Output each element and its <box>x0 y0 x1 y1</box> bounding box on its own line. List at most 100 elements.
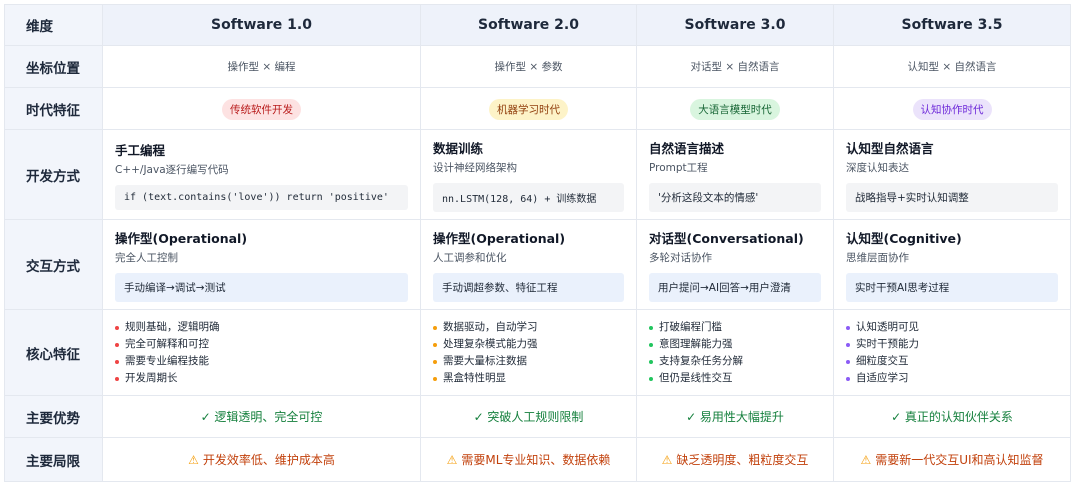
advantage-cell: ✓ 易用性大幅提升 <box>636 395 834 438</box>
interaction-subtitle: 思维层面协作 <box>846 251 909 264</box>
comparison-table-wrapper: 维度 Software 1.0 Software 2.0 Software 3.… <box>4 4 1071 482</box>
dev-title: 手工编程 <box>115 142 166 158</box>
column-header-software-3: Software 3.0 <box>636 4 834 46</box>
coord-cell: 对话型 × 自然语言 <box>636 45 834 88</box>
dev-code-example: 战略指导+实时认知调整 <box>846 182 1058 212</box>
row-limitations: 主要局限 ⚠ 开发效率低、维护成本高 ⚠ 需要ML专业知识、数据依赖 ⚠ 缺乏透明度、… <box>4 437 1071 482</box>
list-item: 需要大量标注数据 <box>433 353 624 370</box>
dev-title: 自然语言描述 <box>649 140 725 156</box>
dev-title: 数据训练 <box>433 140 484 156</box>
interaction-title: 对话型(Conversational) <box>649 230 804 246</box>
dev-cell: 手工编程 C++/Java逐行编写代码 if (text.contains('l… <box>102 129 421 220</box>
row-label-coordinate: 坐标位置 <box>4 45 103 88</box>
header-row: 维度 Software 1.0 Software 2.0 Software 3.… <box>4 4 1071 46</box>
column-header-software-2: Software 2.0 <box>420 4 637 46</box>
warning-icon: ⚠ <box>446 453 458 467</box>
row-label-core-features: 核心特征 <box>4 309 103 396</box>
warning-icon: ⚠ <box>661 453 673 467</box>
dev-subtitle: Prompt工程 <box>649 161 708 174</box>
row-advantages: 主要优势 ✓ 逻辑透明、完全可控 ✓ 突破人工规则限制 ✓ 易用性大幅提升 ✓ … <box>4 395 1071 438</box>
era-badge: 机器学习时代 <box>489 98 568 120</box>
list-item: 自适应学习 <box>846 370 1058 387</box>
limitation-cell: ⚠ 需要ML专业知识、数据依赖 <box>420 437 637 482</box>
warning-icon: ⚠ <box>860 453 872 467</box>
row-interaction: 交互方式 操作型(Operational) 完全人工控制 手动编译→调试→测试 … <box>4 219 1071 310</box>
row-development: 开发方式 手工编程 C++/Java逐行编写代码 if (text.contai… <box>4 129 1071 220</box>
limitation-cell: ⚠ 开发效率低、维护成本高 <box>102 437 421 482</box>
list-item: 细粒度交互 <box>846 353 1058 370</box>
features-cell: 数据驱动，自动学习 处理复杂模式能力强 需要大量标注数据 黑盒特性明显 <box>420 309 637 396</box>
limitation-cell: ⚠ 缺乏透明度、粗粒度交互 <box>636 437 834 482</box>
list-item: 规则基础，逻辑明确 <box>115 319 408 336</box>
row-label-limitations: 主要局限 <box>4 437 103 482</box>
dev-subtitle: C++/Java逐行编写代码 <box>115 163 229 176</box>
list-item: 完全可解释和可控 <box>115 336 408 353</box>
limitation-text: 需要新一代交互UI和高认知监督 <box>875 453 1044 467</box>
dev-subtitle: 深度认知表达 <box>846 161 909 174</box>
era-cell: 传统软件开发 <box>102 87 421 130</box>
era-badge: 认知协作时代 <box>912 98 992 120</box>
dev-cell: 数据训练 设计神经网络架构 nn.LSTM(128, 64) + 训练数据 <box>420 129 637 220</box>
features-cell: 规则基础，逻辑明确 完全可解释和可控 需要专业编程技能 开发周期长 <box>102 309 421 396</box>
interaction-subtitle: 多轮对话协作 <box>649 251 712 264</box>
dev-cell: 认知型自然语言 深度认知表达 战略指导+实时认知调整 <box>833 129 1071 220</box>
row-label-advantages: 主要优势 <box>4 395 103 438</box>
list-item: 认知透明可见 <box>846 319 1058 336</box>
features-cell: 打破编程门槛 意图理解能力强 支持复杂任务分解 但仍是线性交互 <box>636 309 834 396</box>
interaction-flow: 手动调超参数、特征工程 <box>433 272 624 302</box>
column-header-software-1: Software 1.0 <box>102 4 421 46</box>
interaction-title: 操作型(Operational) <box>115 230 248 246</box>
list-item: 需要专业编程技能 <box>115 353 408 370</box>
features-list: 规则基础，逻辑明确 完全可解释和可控 需要专业编程技能 开发周期长 <box>103 319 420 387</box>
limitation-text: 开发效率低、维护成本高 <box>202 453 335 467</box>
era-cell: 认知协作时代 <box>833 87 1071 130</box>
coord-cell: 认知型 × 自然语言 <box>833 45 1071 88</box>
warning-icon: ⚠ <box>188 453 199 467</box>
list-item: 处理复杂模式能力强 <box>433 336 624 353</box>
advantage-cell: ✓ 真正的认知伙伴关系 <box>833 395 1071 438</box>
interaction-flow: 用户提问→AI回答→用户澄清 <box>649 272 821 302</box>
dev-cell: 自然语言描述 Prompt工程 '分析这段文本的情感' <box>636 129 834 220</box>
list-item: 黑盒特性明显 <box>433 370 624 387</box>
dimension-header: 维度 <box>4 4 103 46</box>
limitation-text: 缺乏透明度、粗粒度交互 <box>676 453 809 467</box>
limitation-text: 需要ML专业知识、数据依赖 <box>461 453 611 467</box>
features-list: 数据驱动，自动学习 处理复杂模式能力强 需要大量标注数据 黑盒特性明显 <box>421 319 636 387</box>
interaction-flow: 手动编译→调试→测试 <box>115 272 408 302</box>
coord-cell: 操作型 × 编程 <box>102 45 421 88</box>
row-label-era: 时代特征 <box>4 87 103 130</box>
coord-cell: 操作型 × 参数 <box>420 45 637 88</box>
dev-code-example: '分析这段文本的情感' <box>649 182 821 212</box>
interaction-cell: 操作型(Operational) 人工调参和优化 手动调超参数、特征工程 <box>420 219 637 310</box>
interaction-flow: 实时干预AI思考过程 <box>846 272 1058 302</box>
list-item: 支持复杂任务分解 <box>649 353 821 370</box>
dev-code-example: if (text.contains('love')) return 'posit… <box>115 184 408 210</box>
era-badge: 大语言模型时代 <box>690 98 780 120</box>
list-item: 实时干预能力 <box>846 336 1058 353</box>
interaction-title: 操作型(Operational) <box>433 230 566 246</box>
list-item: 但仍是线性交互 <box>649 370 821 387</box>
list-item: 数据驱动，自动学习 <box>433 319 624 336</box>
features-list: 认知透明可见 实时干预能力 细粒度交互 自适应学习 <box>834 319 1070 387</box>
features-list: 打破编程门槛 意图理解能力强 支持复杂任务分解 但仍是线性交互 <box>637 319 833 387</box>
list-item: 打破编程门槛 <box>649 319 821 336</box>
dev-code-example: nn.LSTM(128, 64) + 训练数据 <box>433 182 624 212</box>
row-coordinate: 坐标位置 操作型 × 编程 操作型 × 参数 对话型 × 自然语言 认知型 × … <box>4 45 1071 88</box>
dev-subtitle: 设计神经网络架构 <box>433 161 517 174</box>
interaction-subtitle: 完全人工控制 <box>115 251 178 264</box>
interaction-cell: 操作型(Operational) 完全人工控制 手动编译→调试→测试 <box>102 219 421 310</box>
interaction-cell: 对话型(Conversational) 多轮对话协作 用户提问→AI回答→用户澄… <box>636 219 834 310</box>
limitation-cell: ⚠ 需要新一代交互UI和高认知监督 <box>833 437 1071 482</box>
row-era: 时代特征 传统软件开发 机器学习时代 大语言模型时代 认知协作时代 <box>4 87 1071 130</box>
row-core-features: 核心特征 规则基础，逻辑明确 完全可解释和可控 需要专业编程技能 开发周期长 数… <box>4 309 1071 396</box>
era-badge: 传统软件开发 <box>222 98 301 120</box>
list-item: 开发周期长 <box>115 370 408 387</box>
row-label-interaction: 交互方式 <box>4 219 103 310</box>
software-comparison-table: 维度 Software 1.0 Software 2.0 Software 3.… <box>4 4 1071 482</box>
interaction-subtitle: 人工调参和优化 <box>433 251 507 264</box>
advantage-cell: ✓ 突破人工规则限制 <box>420 395 637 438</box>
interaction-title: 认知型(Cognitive) <box>846 230 962 246</box>
era-cell: 机器学习时代 <box>420 87 637 130</box>
row-label-development: 开发方式 <box>4 129 103 220</box>
list-item: 意图理解能力强 <box>649 336 821 353</box>
